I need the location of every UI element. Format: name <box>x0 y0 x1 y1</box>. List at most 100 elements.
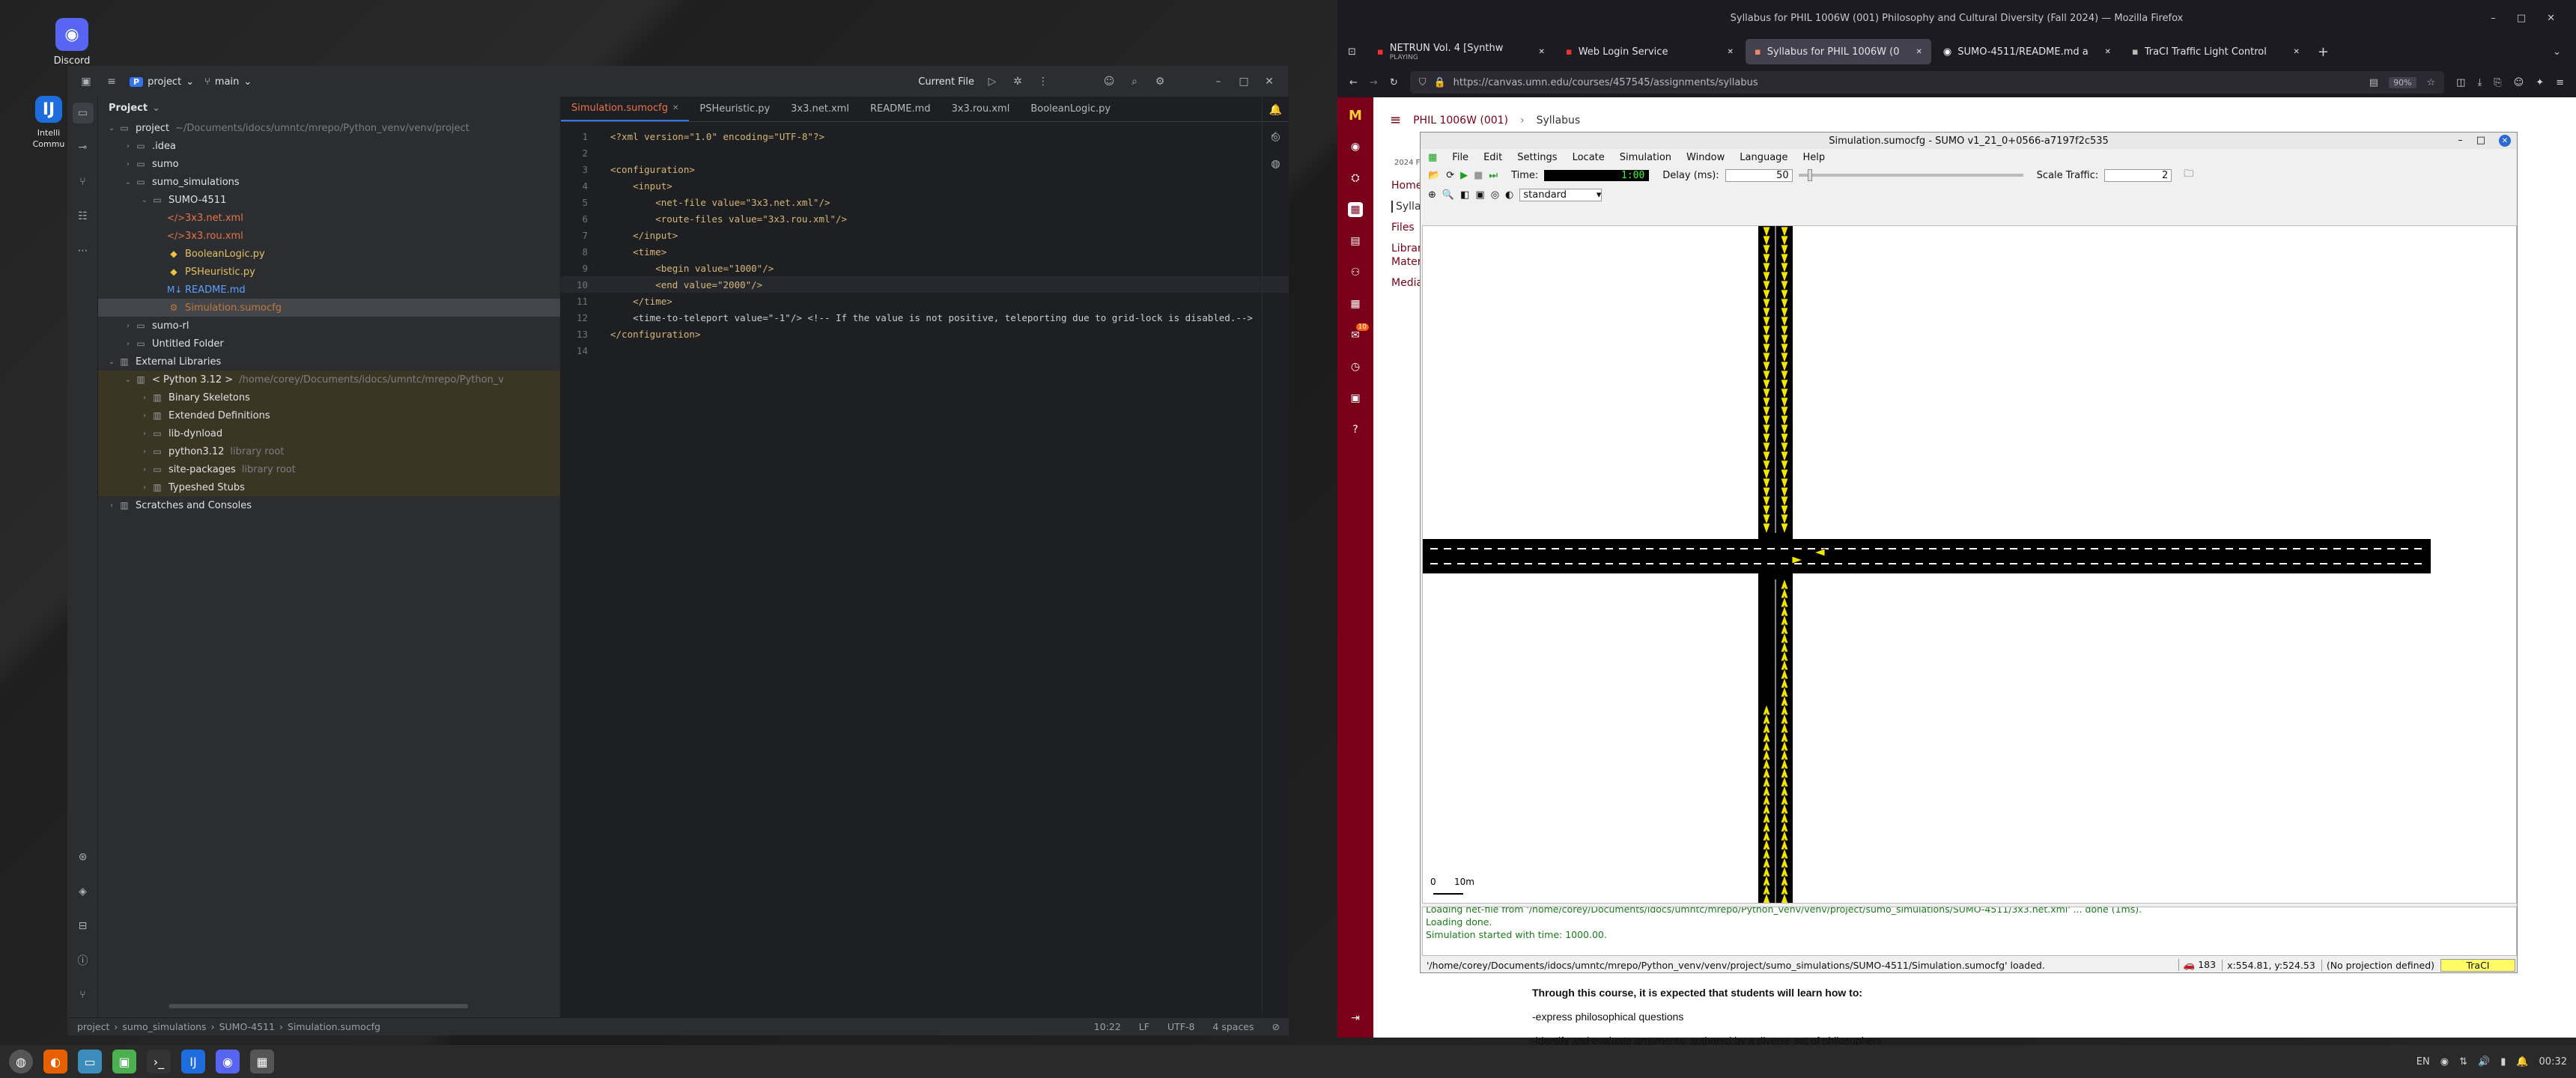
delay-input[interactable]: 50 <box>1725 168 1793 182</box>
scale-input[interactable]: 2 <box>2104 168 2172 182</box>
browser-tab[interactable]: ◉ SUMO-4511/README.md a ✕ <box>1934 39 2120 64</box>
close-icon[interactable]: ✕ <box>1262 74 1277 89</box>
tree-item[interactable]: ◆ PSHeuristic.py <box>98 263 560 281</box>
account-icon[interactable]: ☺ <box>1102 74 1117 89</box>
tree-item[interactable]: › ▭ python3.12 library root <box>98 442 560 460</box>
terminal-icon[interactable]: ⊟ <box>73 916 94 937</box>
shield-icon[interactable]: ⛉ <box>1419 77 1427 88</box>
editor-tab[interactable]: BooleanLogic.py <box>1020 97 1121 121</box>
sumo-task-icon[interactable]: ▦ <box>250 1050 274 1074</box>
chevron-right-icon[interactable]: › <box>122 340 134 348</box>
editor-tab[interactable]: README.md <box>860 97 941 121</box>
line-number[interactable]: 14 <box>561 345 610 356</box>
tab-list-icon[interactable]: ⊡ <box>1348 46 1356 58</box>
recenter-icon[interactable]: ⊕ <box>1428 189 1436 201</box>
folder-icon[interactable]: ▭ <box>72 103 94 124</box>
breadcrumb-item[interactable]: sumo_simulations <box>122 1021 206 1032</box>
branch-switcher[interactable]: ⑂ main ⌄ <box>204 76 252 88</box>
chevron-right-icon[interactable]: › <box>122 142 134 150</box>
chevron-right-icon[interactable]: › <box>139 430 151 438</box>
dashboard-icon[interactable]: ▦ <box>1348 202 1363 217</box>
chevron-right-icon[interactable]: › <box>122 322 134 330</box>
close-tab-icon[interactable]: ✕ <box>2294 48 2300 56</box>
terminal-icon[interactable]: ▣ <box>112 1050 136 1074</box>
search-icon[interactable]: ⌕ <box>1127 74 1142 89</box>
browser-tab[interactable]: ▪ NETRUN Vol. 4 [Synthw PLAYING ✕ <box>1368 39 1554 64</box>
step-icon[interactable]: ⏭ <box>1489 170 1498 181</box>
edit-viewport-icon[interactable]: ◎ <box>1491 189 1499 201</box>
tree-item[interactable]: M↓ README.md <box>98 281 560 299</box>
reader-view-icon[interactable]: ▤ <box>2369 77 2378 88</box>
intellij-icon[interactable]: IJ <box>181 1050 205 1074</box>
close-icon[interactable]: ✕ <box>672 104 678 112</box>
editor-tab[interactable]: 3x3.rou.xml <box>941 97 1021 121</box>
file-encoding[interactable]: UTF-8 <box>1167 1021 1194 1032</box>
tree-item[interactable]: ⌄ ▭ project ~/Documents/idocs/umntc/mrepo/P… <box>98 119 560 137</box>
browser-tab[interactable]: ▪ Web Login Service ✕ <box>1557 39 1743 64</box>
tree-item[interactable]: › ▭ sumo-rl <box>98 317 560 335</box>
extensions-icon[interactable]: ✦ <box>2536 77 2544 88</box>
git-icon[interactable]: ⑂ <box>73 984 94 1005</box>
courses-icon[interactable]: ▤ <box>1348 234 1363 249</box>
delay-slider[interactable] <box>1798 169 2023 181</box>
close-tab-icon[interactable]: ✕ <box>1916 48 1922 56</box>
new-tab-icon[interactable]: + <box>2318 44 2329 60</box>
firefox-icon[interactable]: ◐ <box>43 1050 67 1074</box>
tree-item[interactable]: › ▥ Binary Skeletons <box>98 389 560 406</box>
settings-icon[interactable]: ⚙ <box>1152 74 1167 89</box>
chevron-right-icon[interactable]: › <box>139 484 151 492</box>
admin-icon[interactable]: ⛭ <box>1348 171 1363 186</box>
indent-setting[interactable]: 4 spaces <box>1212 1021 1254 1032</box>
tree-item[interactable]: ⌄ ▭ SUMO-4511 <box>98 191 560 209</box>
menu-icon[interactable]: ≡ <box>2556 77 2564 88</box>
sumo-menu-item[interactable]: Help <box>1802 152 1825 163</box>
chevron-right-icon[interactable]: › <box>139 412 151 420</box>
scheme-select[interactable]: standard ▾ <box>1519 188 1603 201</box>
reload-icon[interactable]: ⟳ <box>1446 170 1454 181</box>
collapse-nav-icon[interactable]: ⇥ <box>1348 1011 1363 1026</box>
commons-icon[interactable]: ▣ <box>1348 391 1363 406</box>
zoom-icon[interactable]: 🔍 <box>1442 189 1454 201</box>
help-icon[interactable]: ? <box>1348 422 1363 437</box>
chevron-right-icon[interactable]: › <box>106 502 118 510</box>
notification-icon[interactable]: 🔔 <box>2516 1056 2528 1068</box>
chevron-down-icon[interactable]: ⌄ <box>106 358 118 366</box>
maximize-icon[interactable]: □ <box>2476 135 2485 147</box>
editor-tab[interactable]: Simulation.sumocfg ✕ <box>561 97 690 121</box>
pocket-icon[interactable]: ◫ <box>2456 77 2465 88</box>
sumo-menu-item[interactable]: File <box>1452 152 1468 163</box>
breadcrumb-item[interactable]: SUMO-4511 <box>219 1021 275 1032</box>
debug-icon[interactable]: ✲ <box>1010 74 1025 89</box>
tree-item[interactable]: ◆ BooleanLogic.py <box>98 245 560 263</box>
discord-icon[interactable]: ◉ <box>216 1050 240 1074</box>
tree-item[interactable]: › ▭ lib-dynload <box>98 424 560 442</box>
problems-icon[interactable]: ⓘ <box>73 950 94 971</box>
more-icon[interactable]: ⋮ <box>1036 74 1051 89</box>
tree-item[interactable]: </> 3x3.rou.xml <box>98 227 560 245</box>
chevron-right-icon[interactable]: › <box>139 394 151 402</box>
commit-icon[interactable]: ⊸ <box>73 137 94 158</box>
close-tab-icon[interactable]: ✕ <box>1728 48 1734 56</box>
line-number[interactable]: 11 <box>561 296 610 307</box>
open-folder-icon[interactable]: 🗀 <box>2184 167 2193 183</box>
breadcrumb-item[interactable]: project <box>77 1021 109 1032</box>
main-menu-icon[interactable]: ≡ <box>104 74 119 89</box>
tree-item[interactable]: </> 3x3.net.xml <box>98 209 560 227</box>
tree-item[interactable]: ⌄ ▥ External Libraries <box>98 353 560 371</box>
chevron-right-icon[interactable]: › <box>122 160 134 168</box>
chevron-right-icon[interactable]: › <box>139 466 151 474</box>
minimize-icon[interactable]: – <box>2458 135 2463 147</box>
volume-icon[interactable]: 🔊 <box>2478 1056 2490 1068</box>
bookmark-star-icon[interactable]: ☆ <box>2427 77 2436 88</box>
start-menu-icon[interactable]: ◍ <box>9 1050 33 1074</box>
close-icon[interactable]: ✕ <box>2547 13 2555 24</box>
chevron-down-icon[interactable]: ⌄ <box>139 196 151 204</box>
more-tools-icon[interactable]: ⋯ <box>73 240 94 261</box>
editor-tab[interactable]: 3x3.net.xml <box>780 97 860 121</box>
network-icon[interactable]: ⇅ <box>2459 1056 2467 1068</box>
sumo-menu-item[interactable]: Settings <box>1517 152 1557 163</box>
maximize-icon[interactable]: □ <box>2517 13 2526 24</box>
editor-tab[interactable]: PSHeuristic.py <box>689 97 780 121</box>
simulation-view[interactable]: 0 10m <box>1422 225 2517 904</box>
line-number[interactable]: 10 <box>561 279 610 290</box>
